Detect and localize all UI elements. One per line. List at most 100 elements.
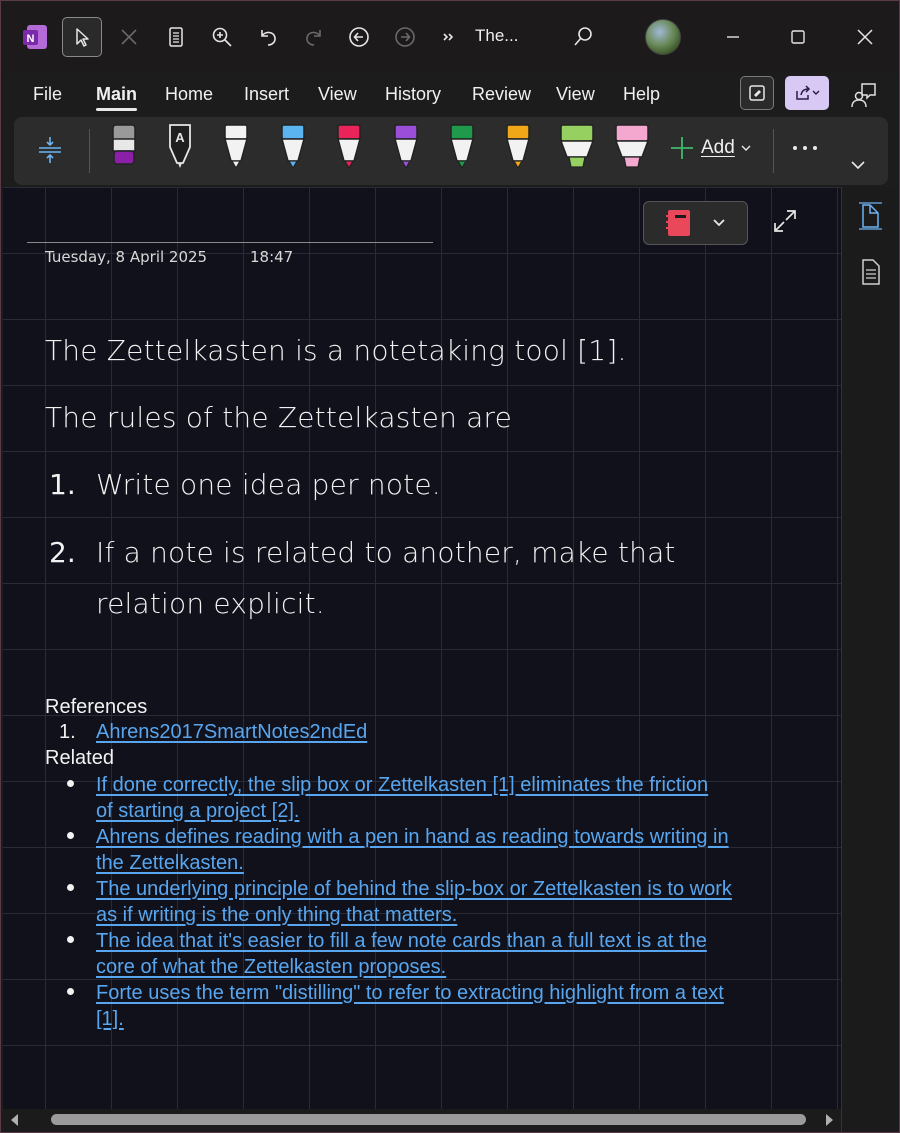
blue-pen-icon[interactable] (276, 121, 310, 171)
select-pointer-icon (76, 28, 89, 47)
immersive-reader-button[interactable] (740, 76, 774, 110)
close-icon (857, 29, 873, 45)
rule-text[interactable]: If a note is related to another, make th… (96, 536, 676, 569)
related-link[interactable]: The underlying principle of behind the s… (96, 876, 786, 928)
page-view-button[interactable] (156, 17, 196, 57)
bullet (67, 832, 74, 839)
related-link[interactable]: The idea that it's easier to fill a few … (96, 928, 786, 980)
select-pointer-button[interactable] (62, 17, 102, 57)
related-link-line: as if writing is the only thing that mat… (96, 904, 458, 926)
rule-number: 2. (49, 536, 76, 569)
ink-to-text-pen-icon[interactable]: A (163, 121, 197, 171)
menu-home[interactable]: Home (165, 84, 213, 105)
title-underline (27, 242, 433, 243)
zoom-icon (212, 27, 232, 47)
reference-link[interactable]: Ahrens2017SmartNotes2ndEd (96, 721, 367, 744)
page-view-icon (169, 27, 183, 47)
maximize-icon (791, 30, 805, 44)
related-link-line: the Zettelkasten. (96, 852, 244, 874)
minimize-icon (727, 36, 739, 38)
plus-icon (671, 137, 693, 159)
menu-history[interactable]: History (385, 84, 441, 105)
rule-text-continued[interactable]: relation explicit. (96, 587, 325, 620)
related-link[interactable]: Ahrens defines reading with a pen in han… (96, 824, 786, 876)
onenote-window: N The... File Main Home Insert View Hist… (0, 0, 900, 1133)
redo-button[interactable] (294, 17, 334, 57)
related-link[interactable]: Forte uses the term "distilling" to refe… (96, 980, 786, 1032)
window-title[interactable]: The... (475, 26, 518, 46)
note-line-2[interactable]: The rules of the Zettelkasten are (45, 401, 512, 434)
rule-text[interactable]: Write one idea per note. (96, 468, 441, 501)
collapse-ribbon-icon[interactable] (850, 159, 866, 171)
share-button[interactable] (785, 76, 829, 110)
close-button[interactable] (849, 21, 881, 53)
back-button[interactable] (339, 17, 379, 57)
related-link-line: Ahrens defines reading with a pen in han… (96, 826, 729, 848)
avatar[interactable] (645, 19, 681, 55)
yellow-pen-icon[interactable] (501, 121, 535, 171)
white-pen-icon[interactable] (219, 121, 253, 171)
forward-icon (395, 27, 415, 47)
page-width-icon[interactable] (858, 201, 884, 231)
ribbon-divider-2 (773, 129, 774, 173)
related-link-line: If done correctly, the slip box or Zette… (96, 774, 709, 796)
horizontal-scrollbar[interactable] (3, 1109, 841, 1131)
menu-file[interactable]: File (33, 84, 62, 105)
scroll-left-icon[interactable] (9, 1113, 21, 1127)
feedback-button[interactable] (847, 78, 881, 112)
close-selection-button[interactable] (109, 17, 149, 57)
insert-space-icon[interactable] (37, 135, 63, 165)
onenote-logo-icon: N (23, 25, 47, 49)
purple-pen-icon[interactable] (389, 121, 423, 171)
bullet (67, 936, 74, 943)
menu-review[interactable]: Review (472, 84, 531, 105)
feedback-icon (851, 83, 876, 108)
menu-view[interactable]: View (318, 84, 357, 105)
overflow-button[interactable] (428, 17, 468, 57)
related-link-line: [1]. (96, 1008, 124, 1030)
menu-view-2[interactable]: View (556, 84, 595, 105)
bullet (67, 780, 74, 787)
zoom-button[interactable] (202, 17, 242, 57)
minimize-button[interactable] (717, 21, 749, 53)
related-link-line: The idea that it's easier to fill a few … (96, 930, 707, 952)
related-link[interactable]: If done correctly, the slip box or Zette… (96, 772, 786, 824)
add-pen-button[interactable]: Add (669, 135, 751, 161)
search-icon (574, 27, 592, 46)
title-bar: N The... (1, 1, 899, 73)
notebook-icon (666, 210, 690, 236)
page-date: Tuesday, 8 April 2025 (45, 248, 208, 266)
draw-ribbon: A Add (14, 117, 888, 185)
svg-text:N: N (27, 33, 35, 45)
forward-button[interactable] (385, 17, 425, 57)
notebook-picker[interactable] (643, 201, 748, 245)
bullet (67, 988, 74, 995)
back-icon (349, 27, 369, 47)
page-time: 18:47 (250, 248, 294, 266)
pink-highlighter-icon[interactable] (612, 121, 652, 171)
more-options-icon[interactable] (791, 143, 819, 153)
menu-main[interactable]: Main (96, 84, 138, 111)
maximize-button[interactable] (782, 21, 814, 53)
scrollbar-thumb[interactable] (51, 1114, 806, 1125)
eraser-icon[interactable] (107, 121, 141, 171)
menu-help[interactable]: Help (623, 84, 660, 105)
chevron-down-icon (713, 219, 725, 227)
green-pen-icon[interactable] (445, 121, 479, 171)
search-button[interactable] (563, 17, 603, 57)
page-list-icon[interactable] (858, 257, 884, 287)
green-highlighter-icon[interactable] (557, 121, 597, 171)
related-heading: Related (45, 747, 114, 769)
reference-number: 1. (59, 721, 76, 743)
note-line-1[interactable]: The Zettelkasten is a notetaking tool [1… (45, 334, 627, 367)
menu-insert[interactable]: Insert (244, 84, 289, 105)
red-pen-icon[interactable] (332, 121, 366, 171)
rule-number: 1. (49, 468, 76, 501)
related-link-line: of starting a project [2]. (96, 800, 300, 822)
scroll-right-icon[interactable] (823, 1113, 835, 1127)
share-icon (796, 85, 820, 100)
sticky-note-icon (749, 85, 765, 101)
ribbon-divider (89, 129, 90, 173)
expand-icon[interactable] (771, 207, 799, 235)
undo-button[interactable] (248, 17, 288, 57)
